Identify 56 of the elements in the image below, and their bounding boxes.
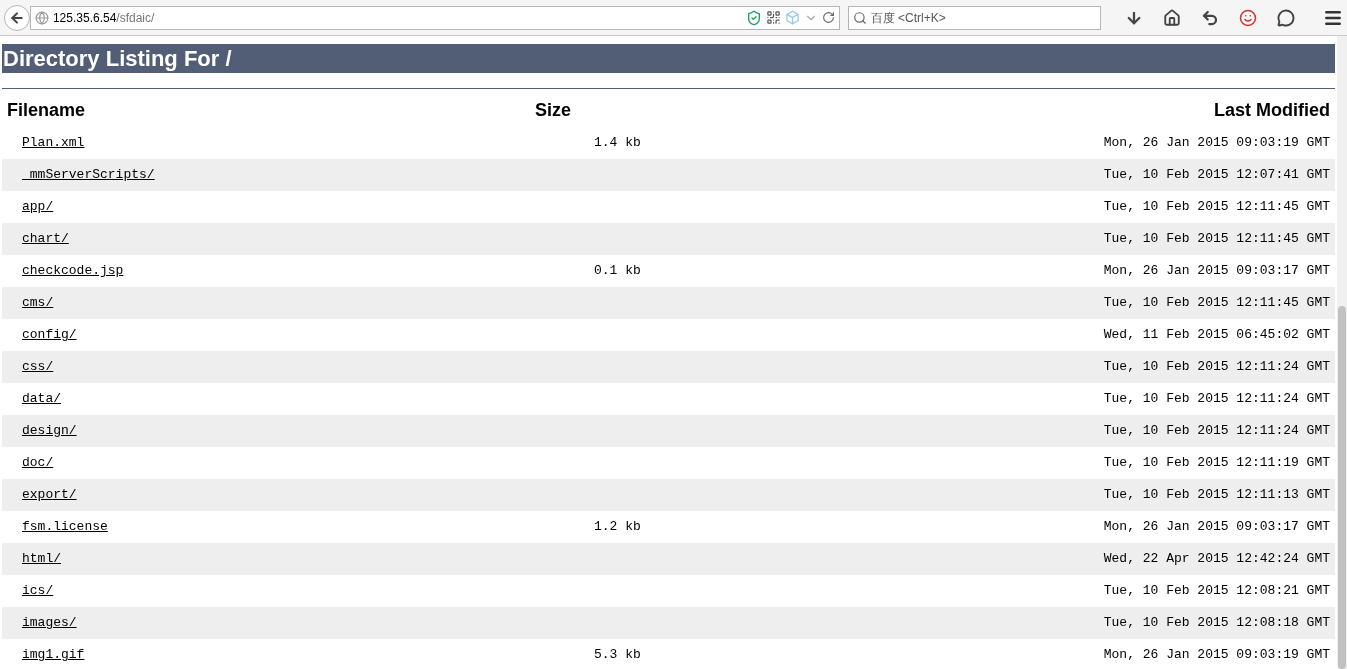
- page-title: Directory Listing For /: [2, 44, 1335, 73]
- file-link[interactable]: Plan.xml: [22, 135, 85, 151]
- modified-date: Tue, 10 Feb 2015 12:11:24 GMT: [1103, 358, 1331, 377]
- modified-date: Tue, 10 Feb 2015 12:11:13 GMT: [1103, 486, 1331, 505]
- file-link[interactable]: design/: [22, 423, 77, 439]
- modified-date: Tue, 10 Feb 2015 12:11:24 GMT: [1103, 422, 1331, 441]
- home-icon[interactable]: [1163, 8, 1181, 27]
- reload-icon[interactable]: [821, 11, 835, 24]
- modified-date: Wed, 11 Feb 2015 06:45:02 GMT: [1103, 326, 1331, 345]
- url-host: 125.35.6.54: [52, 9, 117, 27]
- file-link[interactable]: fsm.license: [22, 519, 108, 535]
- modified-date: Mon, 26 Jan 2015 09:03:19 GMT: [1103, 646, 1331, 665]
- modified-date: Mon, 26 Jan 2015 09:03:19 GMT: [1103, 134, 1331, 153]
- column-header: Size: [535, 99, 572, 122]
- modified-date: Wed, 22 Apr 2015 12:42:24 GMT: [1103, 550, 1331, 569]
- search-field[interactable]: 百度 <Ctrl+K>: [847, 5, 1101, 30]
- file-link[interactable]: app/: [22, 199, 54, 215]
- file-size: 0.1 kb: [594, 262, 641, 281]
- back-button[interactable]: [4, 4, 30, 31]
- column-header: Filename: [6, 99, 87, 122]
- chat-icon[interactable]: [1277, 8, 1295, 27]
- url-path: /sfdaic/: [116, 9, 155, 27]
- file-size: 1.2 kb: [594, 518, 641, 537]
- address-bar[interactable]: 125.35.6.54/sfdaic/: [29, 5, 840, 30]
- file-link[interactable]: config/: [22, 327, 77, 343]
- file-link[interactable]: img1.gif: [22, 647, 85, 663]
- file-link[interactable]: _mmServerScripts/: [22, 167, 155, 183]
- search-input[interactable]: 百度 <Ctrl+K>: [870, 8, 1096, 27]
- shield-icon[interactable]: [745, 9, 762, 26]
- file-size: 5.3 kb: [594, 646, 641, 665]
- modified-date: Mon, 26 Jan 2015 09:03:17 GMT: [1103, 262, 1331, 281]
- modified-date: Tue, 10 Feb 2015 12:08:18 GMT: [1103, 614, 1331, 633]
- modified-date: Tue, 10 Feb 2015 12:11:45 GMT: [1103, 294, 1331, 313]
- search-icon: [852, 10, 867, 25]
- file-link[interactable]: doc/: [22, 455, 54, 471]
- globe-icon: [34, 10, 49, 25]
- modified-date: Tue, 10 Feb 2015 12:11:19 GMT: [1103, 454, 1331, 473]
- file-link[interactable]: cms/: [22, 295, 54, 311]
- file-link[interactable]: checkcode.jsp: [22, 263, 124, 279]
- undo-icon[interactable]: [1201, 8, 1219, 27]
- modified-date: Tue, 10 Feb 2015 12:11:45 GMT: [1103, 198, 1331, 217]
- qr-code-icon[interactable]: [765, 10, 781, 25]
- file-link[interactable]: data/: [22, 391, 61, 407]
- modified-date: Tue, 10 Feb 2015 12:11:45 GMT: [1103, 230, 1331, 249]
- file-link[interactable]: export/: [22, 487, 77, 503]
- column-header: Last Modified: [1214, 99, 1331, 122]
- file-size: 1.4 kb: [594, 134, 641, 153]
- modified-date: Tue, 10 Feb 2015 12:07:41 GMT: [1103, 166, 1331, 185]
- file-link[interactable]: css/: [22, 359, 54, 375]
- modified-date: Mon, 26 Jan 2015 09:03:17 GMT: [1103, 518, 1331, 537]
- modified-date: Tue, 10 Feb 2015 12:08:21 GMT: [1103, 582, 1331, 601]
- file-link[interactable]: html/: [22, 551, 61, 567]
- file-link[interactable]: images/: [22, 615, 77, 631]
- modified-date: Tue, 10 Feb 2015 12:11:24 GMT: [1103, 390, 1331, 409]
- file-link[interactable]: chart/: [22, 231, 69, 247]
- file-link[interactable]: ics/: [22, 583, 54, 599]
